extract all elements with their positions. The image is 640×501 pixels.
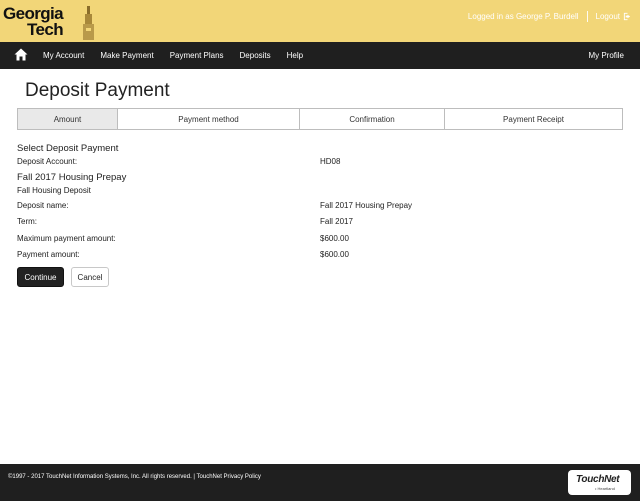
nav-menu: My Account Make Payment Payment Plans De… xyxy=(35,42,311,69)
cancel-button[interactable]: Cancel xyxy=(71,267,109,287)
step-confirmation: Confirmation xyxy=(300,109,445,129)
nav-item-deposits[interactable]: Deposits xyxy=(232,51,279,60)
page-title: Deposit Payment xyxy=(25,80,170,101)
deposit-account-label: Deposit Account: xyxy=(17,157,78,166)
payment-amount-value: $600.00 xyxy=(320,250,349,259)
login-status: Logged in as George P. Burdell Logout xyxy=(468,11,632,22)
step-amount: Amount xyxy=(18,109,118,129)
logout-icon xyxy=(623,12,631,21)
section-heading: Select Deposit Payment xyxy=(17,143,119,154)
term-value: Fall 2017 xyxy=(320,217,353,226)
logout-label: Logout xyxy=(595,12,620,21)
term-label: Term: xyxy=(17,217,37,226)
nav-item-my-account[interactable]: My Account xyxy=(35,51,92,60)
main-navbar: My Account Make Payment Payment Plans De… xyxy=(0,42,640,69)
max-amount-value: $600.00 xyxy=(320,234,349,243)
continue-button[interactable]: Continue xyxy=(17,267,64,287)
heartland-tagline: • Heartland xyxy=(595,486,615,491)
georgia-tech-logo[interactable]: Georgia Tech xyxy=(3,4,98,40)
header-divider xyxy=(586,11,588,22)
logout-link[interactable]: Logout xyxy=(596,12,632,21)
logo-line-2: Tech xyxy=(27,20,64,39)
deposit-name-value: Fall 2017 Housing Prepay xyxy=(320,201,413,210)
touchnet-wordmark: TouchNet xyxy=(576,474,620,485)
logged-in-text: Logged in as George P. Burdell xyxy=(467,12,579,21)
nav-item-payment-plans[interactable]: Payment Plans xyxy=(162,51,232,60)
max-amount-label: Maximum payment amount: xyxy=(17,234,116,243)
tech-tower-icon xyxy=(83,6,94,40)
step-payment-receipt: Payment Receipt xyxy=(503,114,564,124)
deposit-name-label: Deposit name: xyxy=(17,201,69,210)
deposit-heading: Fall 2017 Housing Prepay xyxy=(17,172,127,183)
progress-steps: Amount Payment method Confirmation Payme… xyxy=(17,108,623,130)
step-payment-method: Payment method xyxy=(118,109,300,129)
touchnet-logo: TouchNet • Heartland xyxy=(568,470,631,495)
nav-item-help[interactable]: Help xyxy=(279,51,311,60)
nav-item-make-payment[interactable]: Make Payment xyxy=(92,51,161,60)
deposit-subtitle: Fall Housing Deposit xyxy=(17,186,91,195)
footer-copyright[interactable]: ©1997 - 2017 TouchNet Information System… xyxy=(8,474,261,480)
home-icon[interactable] xyxy=(14,48,28,63)
payment-amount-label: Payment amount: xyxy=(17,250,80,259)
my-profile-link[interactable]: My Profile xyxy=(588,42,624,69)
deposit-account-value: HD08 xyxy=(320,157,341,166)
footer: ©1997 - 2017 TouchNet Information System… xyxy=(0,464,640,501)
top-header: Georgia Tech Logged in as George P. Burd… xyxy=(0,0,640,42)
